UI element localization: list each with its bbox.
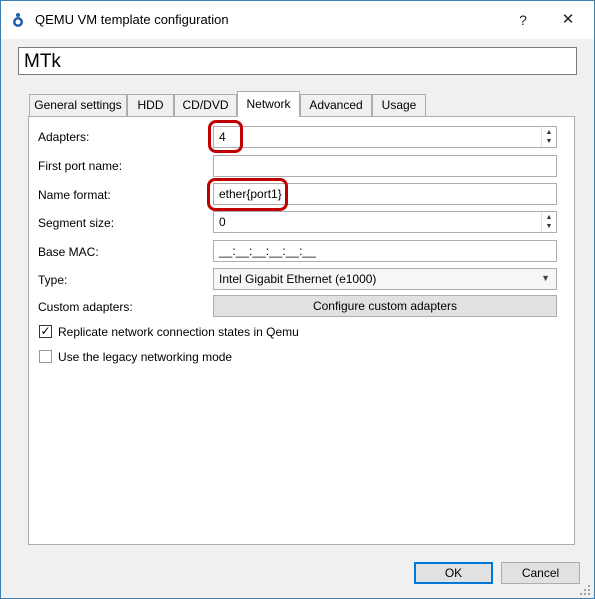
tab-general-settings[interactable]: General settings	[29, 94, 127, 116]
name-format-label: Name format:	[38, 188, 111, 202]
configure-custom-adapters-button[interactable]: Configure custom adapters	[213, 295, 557, 317]
type-value: Intel Gigabit Ethernet (e1000)	[219, 272, 377, 286]
tab-cd-dvd[interactable]: CD/DVD	[174, 94, 237, 116]
cancel-button[interactable]: Cancel	[501, 562, 580, 584]
spin-down-icon[interactable]: ▼	[544, 222, 554, 231]
adapters-spin-buttons[interactable]: ▲ ▼	[541, 127, 556, 147]
segment-size-value: 0	[219, 215, 226, 229]
segment-size-spinbox[interactable]: 0 ▲ ▼	[213, 211, 557, 233]
spin-up-icon[interactable]: ▲	[544, 128, 554, 137]
custom-adapters-label: Custom adapters:	[38, 300, 133, 314]
tab-label: Advanced	[309, 98, 363, 112]
tab-label: HDD	[137, 98, 164, 112]
segment-size-spin-buttons[interactable]: ▲ ▼	[541, 212, 556, 232]
template-name-field[interactable]: MTk	[18, 47, 577, 75]
spin-down-icon[interactable]: ▼	[544, 137, 554, 146]
base-mac-label: Base MAC:	[38, 245, 99, 259]
tab-label: Network	[246, 97, 291, 111]
annotation-highlight-name-format	[207, 178, 288, 211]
template-name-value: MTk	[24, 51, 61, 72]
window-title: QEMU VM template configuration	[35, 12, 229, 27]
replicate-states-checkbox[interactable]: ✓	[39, 325, 52, 338]
tab-label: Usage	[381, 98, 417, 112]
tab-usage[interactable]: Usage	[372, 94, 426, 116]
legacy-networking-label: Use the legacy networking mode	[58, 350, 233, 364]
tab-hdd[interactable]: HDD	[127, 94, 174, 116]
tab-label: General settings	[34, 98, 122, 112]
annotation-highlight-adapters	[208, 120, 243, 153]
base-mac-value: __:__:__:__:__:__	[219, 244, 316, 258]
tab-advanced[interactable]: Advanced	[300, 94, 372, 116]
spin-up-icon[interactable]: ▲	[544, 213, 554, 222]
ok-button[interactable]: OK	[414, 562, 493, 584]
base-mac-input[interactable]: __:__:__:__:__:__	[213, 240, 557, 262]
qemu-config-dialog: QEMU VM template configuration ? ✕ MTk G…	[0, 0, 595, 599]
type-label: Type:	[38, 273, 68, 287]
adapters-label: Adapters:	[38, 130, 90, 144]
chevron-down-icon[interactable]: ▼	[541, 273, 550, 283]
help-button[interactable]: ?	[509, 9, 537, 31]
legacy-networking-checkbox[interactable]	[39, 350, 52, 363]
title-bar: QEMU VM template configuration ? ✕	[1, 1, 594, 39]
resize-grip-icon[interactable]	[579, 584, 591, 596]
type-select[interactable]: Intel Gigabit Ethernet (e1000) ▼	[213, 268, 557, 290]
close-button[interactable]: ✕	[554, 9, 582, 31]
adapters-spinbox[interactable]: 4 ▲ ▼	[213, 126, 557, 148]
tab-label: CD/DVD	[182, 98, 229, 112]
segment-size-label: Segment size:	[38, 216, 115, 230]
tab-network[interactable]: Network	[237, 91, 300, 117]
first-port-name-input[interactable]	[213, 155, 557, 177]
replicate-states-label: Replicate network connection states in Q…	[58, 325, 299, 339]
first-port-name-label: First port name:	[38, 159, 123, 173]
gns3-app-icon	[13, 13, 23, 27]
